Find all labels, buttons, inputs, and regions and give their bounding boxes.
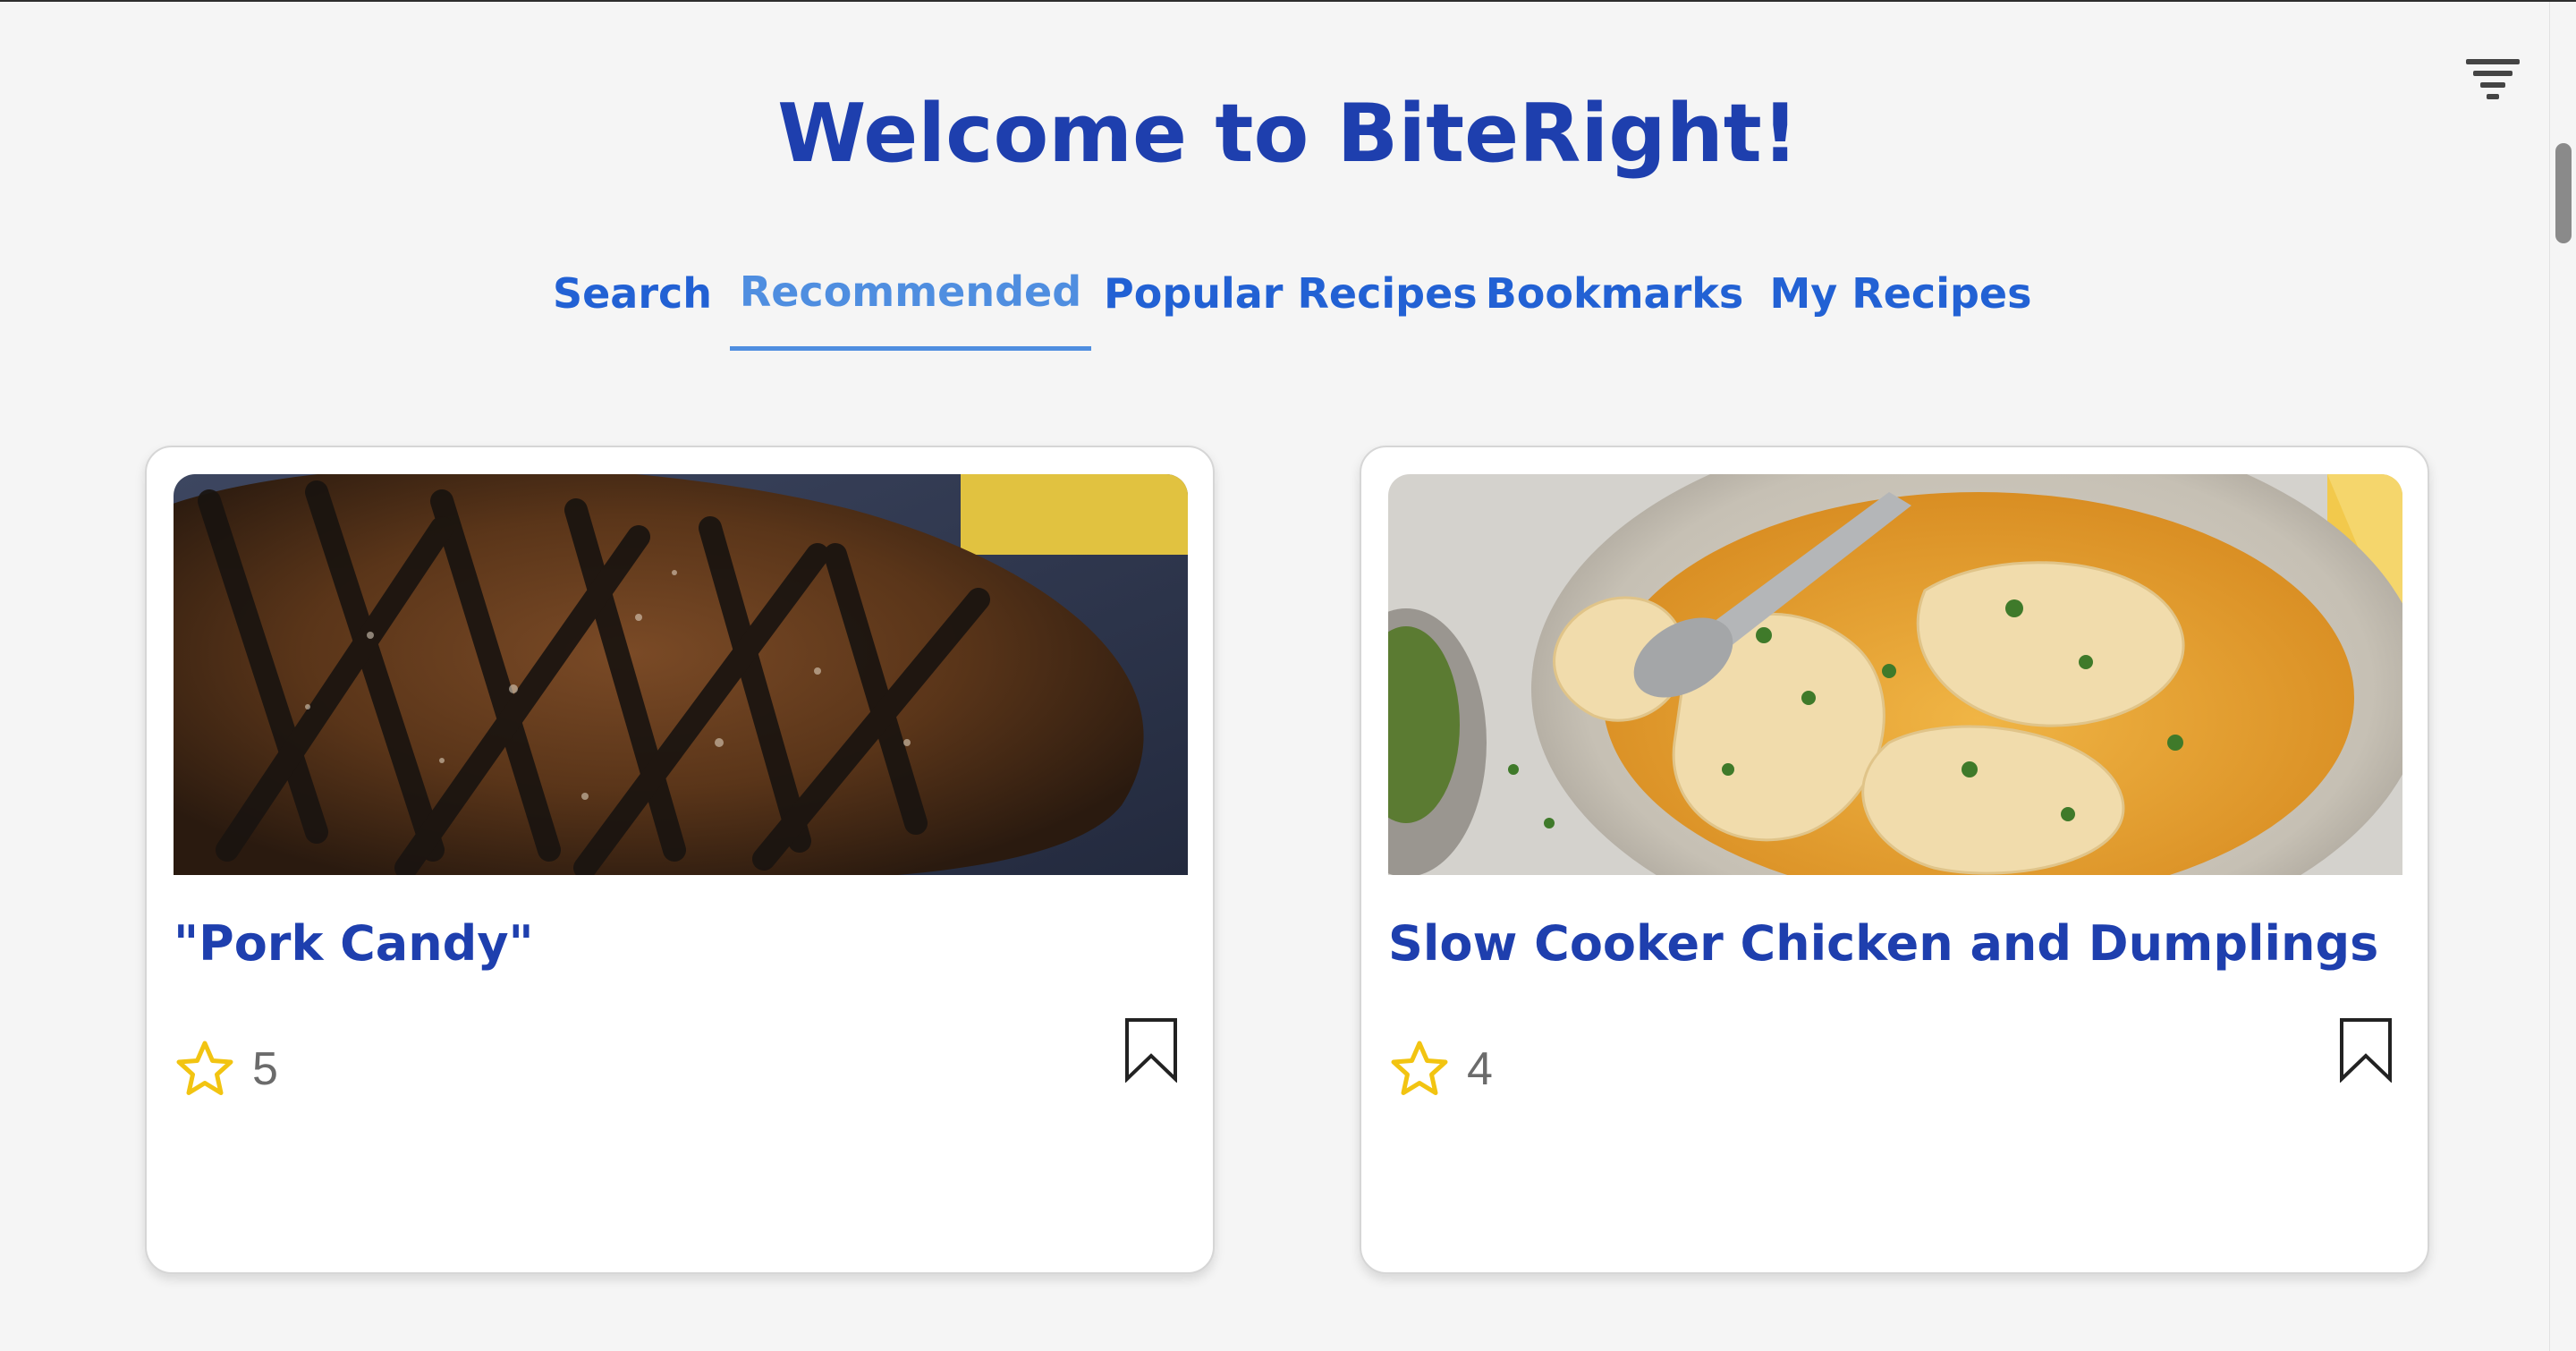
bookmark-button[interactable] xyxy=(1123,1016,1179,1083)
recipe-card[interactable]: Slow Cooker Chicken and Dumplings 4 xyxy=(1360,446,2429,1274)
bookmark-button[interactable] xyxy=(2338,1016,2394,1083)
tab-bar: Search Recommended Popular Recipes Bookm… xyxy=(0,258,2576,351)
recipe-image xyxy=(1388,474,2402,875)
star-icon xyxy=(176,1041,233,1095)
bookmark-icon xyxy=(2340,1018,2392,1083)
recipe-card[interactable]: "Pork Candy" 5 xyxy=(145,446,1215,1274)
app-window: Welcome to BiteRight! Search Recommended… xyxy=(0,0,2576,1351)
scrollbar-thumb[interactable] xyxy=(2555,143,2572,243)
tab-recommended[interactable]: Recommended xyxy=(730,258,1091,351)
recipe-rating: 4 xyxy=(1388,1038,1493,1100)
recipe-rating: 5 xyxy=(174,1038,278,1100)
rating-value: 5 xyxy=(252,1043,278,1095)
recipe-title[interactable]: "Pork Candy" xyxy=(174,913,1188,975)
grilled-pork-photo[interactable] xyxy=(174,474,1188,875)
recipe-image xyxy=(174,474,1188,875)
page-title: Welcome to BiteRight! xyxy=(777,87,1799,181)
tab-search[interactable]: Search xyxy=(547,258,717,351)
star-icon xyxy=(1391,1041,1448,1095)
chicken-dumplings-photo[interactable] xyxy=(1388,474,2402,875)
recipe-title[interactable]: Slow Cooker Chicken and Dumplings xyxy=(1388,913,2402,975)
filter-button[interactable] xyxy=(2464,55,2521,113)
bookmark-icon xyxy=(1125,1018,1177,1083)
rating-value: 4 xyxy=(1467,1043,1493,1095)
tab-my-recipes[interactable]: My Recipes xyxy=(1769,258,2032,351)
filter-icon xyxy=(2466,59,2520,99)
tab-popular-recipes[interactable]: Popular Recipes xyxy=(1104,258,1478,351)
tab-bookmarks[interactable]: Bookmarks xyxy=(1485,258,1744,351)
